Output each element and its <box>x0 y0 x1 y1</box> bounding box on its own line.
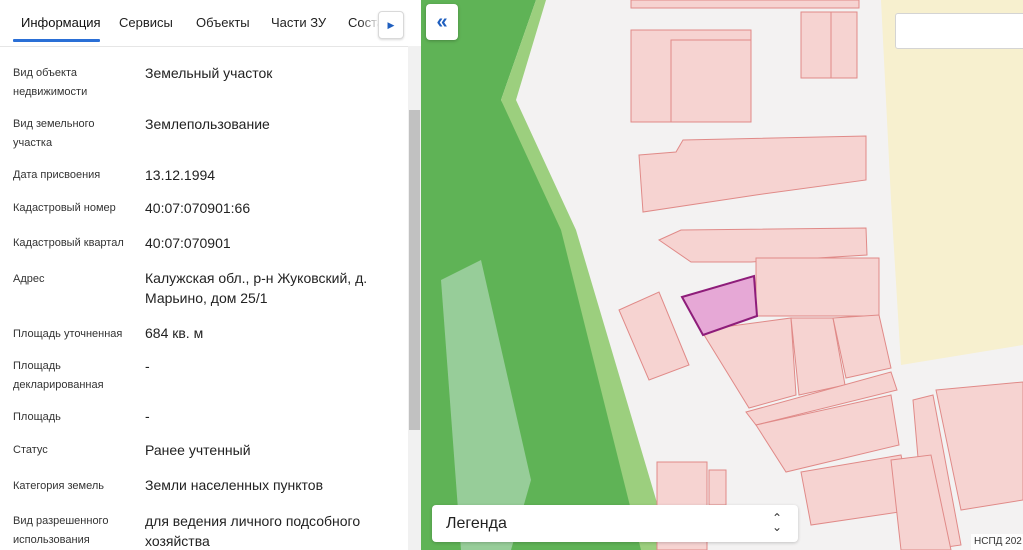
label-area-declared: Площадь декларированная <box>13 360 104 391</box>
chevron-up-down-icon: ⌃ ⌄ <box>771 511 782 534</box>
field-area-right <box>881 0 1023 365</box>
label-land-category: Категория земель <box>13 480 104 492</box>
panel-scrollbar-thumb[interactable] <box>409 110 420 430</box>
parcel[interactable] <box>830 11 858 79</box>
parcel[interactable] <box>630 0 860 9</box>
label-cadastral-quarter: Кадастровый квартал <box>13 237 124 249</box>
tab-bar: Информация Сервисы Объекты Части ЗУ Сост… <box>0 0 421 47</box>
label-object-type: Вид объекта недвижимости <box>13 67 88 98</box>
tab-services[interactable]: Сервисы <box>119 0 173 46</box>
parcel[interactable] <box>657 227 868 263</box>
label-land-plot-type: Вид земельного участка <box>13 118 95 149</box>
value-object-type: Земельный участок <box>145 65 273 81</box>
value-permitted-use: для ведения личного подсобного хозяйства <box>145 513 361 549</box>
tab-fade <box>360 0 380 44</box>
info-panel: Информация Сервисы Объекты Части ЗУ Сост… <box>0 0 421 550</box>
value-cadastral-quarter[interactable]: 40:07:070901 <box>145 233 395 253</box>
label-status: Статус <box>13 444 48 456</box>
map-attribution: НСПД 202 <box>971 534 1023 550</box>
parcel[interactable] <box>638 135 867 213</box>
label-address: Адрес <box>13 273 45 285</box>
value-address: Калужская обл., р-н Жуковский, д. Марьин… <box>145 270 368 306</box>
label-area-specified: Площадь уточненная <box>13 328 123 340</box>
label-cadastral-number: Кадастровый номер <box>13 202 116 214</box>
value-area: - <box>145 408 150 424</box>
parcel[interactable] <box>755 257 880 317</box>
parcel[interactable] <box>670 39 752 123</box>
double-chevron-left-icon: « <box>436 11 448 33</box>
value-cadastral-number[interactable]: 40:07:070901:66 <box>145 198 395 218</box>
value-area-declared: - <box>145 358 150 374</box>
legend-label: Легенда <box>446 515 507 532</box>
value-status: Ранее учтенный <box>145 442 251 458</box>
triangle-right-icon: ▶ <box>387 19 395 30</box>
tabs-scroll-right-button[interactable]: ▶ <box>378 11 404 39</box>
parcel[interactable] <box>618 291 690 381</box>
map-search-input[interactable] <box>895 13 1023 49</box>
parcel[interactable] <box>708 469 727 506</box>
value-land-category: Земли населенных пунктов <box>145 477 324 493</box>
value-land-plot-type: Землепользование <box>145 116 270 132</box>
label-permitted-use: Вид разрешенного использования <box>13 515 109 546</box>
map-canvas[interactable] <box>421 0 1023 550</box>
cadastral-map[interactable]: « Легенда ⌃ ⌄ НСПД 202 <box>421 0 1023 550</box>
value-area-specified: 684 кв. м <box>145 325 204 341</box>
tab-objects[interactable]: Объекты <box>196 0 250 46</box>
label-area: Площадь <box>13 411 61 423</box>
tab-land-parts[interactable]: Части ЗУ <box>271 0 326 46</box>
active-tab-indicator <box>13 39 100 42</box>
collapse-panel-button[interactable]: « <box>426 4 458 40</box>
value-assignment-date: 13.12.1994 <box>145 167 216 183</box>
label-assignment-date: Дата присвоения <box>13 169 101 181</box>
legend-dropdown[interactable]: Легенда ⌃ ⌄ <box>432 505 798 542</box>
